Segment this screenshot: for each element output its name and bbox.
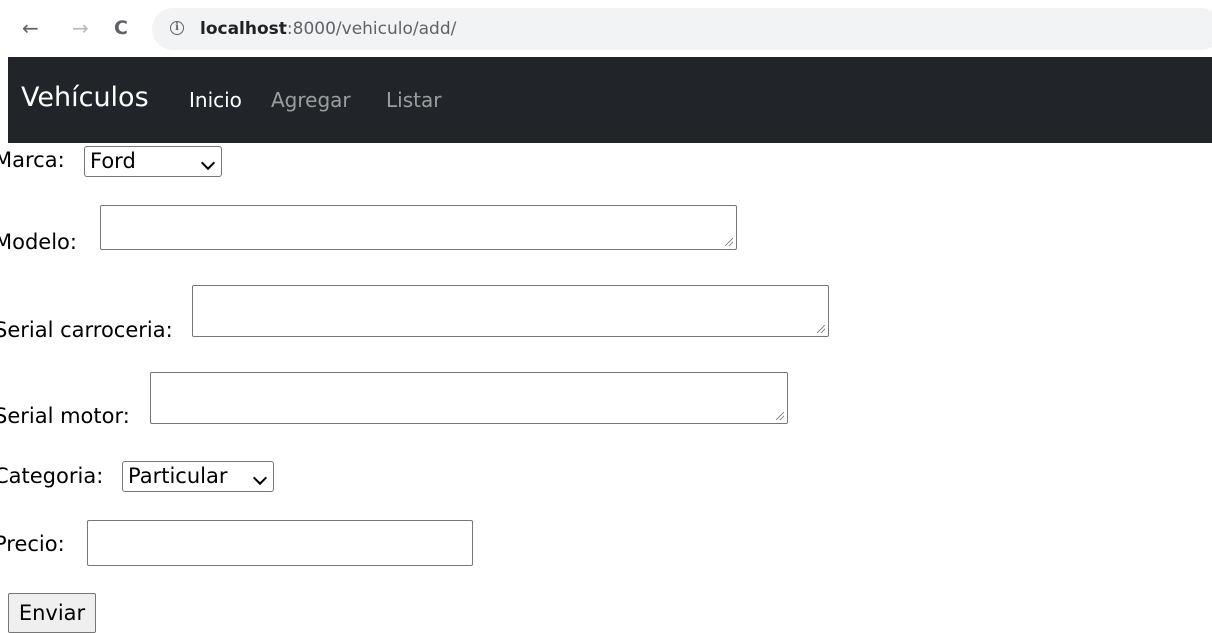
chevron-down-icon (200, 155, 216, 171)
chevron-down-icon (252, 470, 268, 486)
marca-select[interactable]: Ford (84, 146, 222, 177)
marca-label: Marca: (0, 148, 65, 172)
navbar: Vehículos Inicio Agregar Listar (8, 57, 1212, 143)
precio-label: Precio: (0, 532, 65, 556)
categoria-select[interactable]: Particular (122, 461, 274, 492)
info-icon[interactable]: i (170, 21, 184, 35)
serial-motor-textarea[interactable] (150, 372, 788, 424)
navbar-brand[interactable]: Vehículos (21, 82, 149, 113)
resize-handle-icon[interactable] (817, 325, 825, 333)
resize-handle-icon[interactable] (725, 238, 733, 246)
forward-arrow-icon[interactable]: → (72, 18, 89, 38)
resize-handle-icon[interactable] (776, 412, 784, 420)
serial-carroceria-label: Serial carroceria: (0, 318, 173, 342)
url-path: :8000/vehiculo/add/ (286, 19, 457, 39)
modelo-label: Modelo: (0, 230, 77, 254)
serial-carroceria-textarea[interactable] (192, 285, 829, 337)
nav-link-inicio[interactable]: Inicio (189, 88, 242, 112)
browser-toolbar: ← → C i localhost:8000/vehiculo/add/ (0, 0, 1212, 58)
nav-link-agregar[interactable]: Agregar (271, 88, 351, 112)
marca-selected-value: Ford (90, 149, 136, 173)
categoria-label: Categoria: (0, 464, 104, 488)
address-bar[interactable]: i localhost:8000/vehiculo/add/ (152, 8, 1212, 50)
url-host: localhost (200, 19, 287, 39)
categoria-selected-value: Particular (128, 464, 228, 488)
precio-input[interactable] (87, 520, 473, 566)
serial-motor-label: Serial motor: (0, 404, 130, 428)
nav-link-listar[interactable]: Listar (386, 88, 441, 112)
back-arrow-icon[interactable]: ← (22, 18, 39, 38)
modelo-textarea[interactable] (100, 205, 737, 250)
url-text[interactable]: localhost:8000/vehiculo/add/ (200, 19, 456, 39)
reload-icon[interactable]: C (114, 18, 128, 38)
enviar-button[interactable]: Enviar (8, 593, 96, 633)
